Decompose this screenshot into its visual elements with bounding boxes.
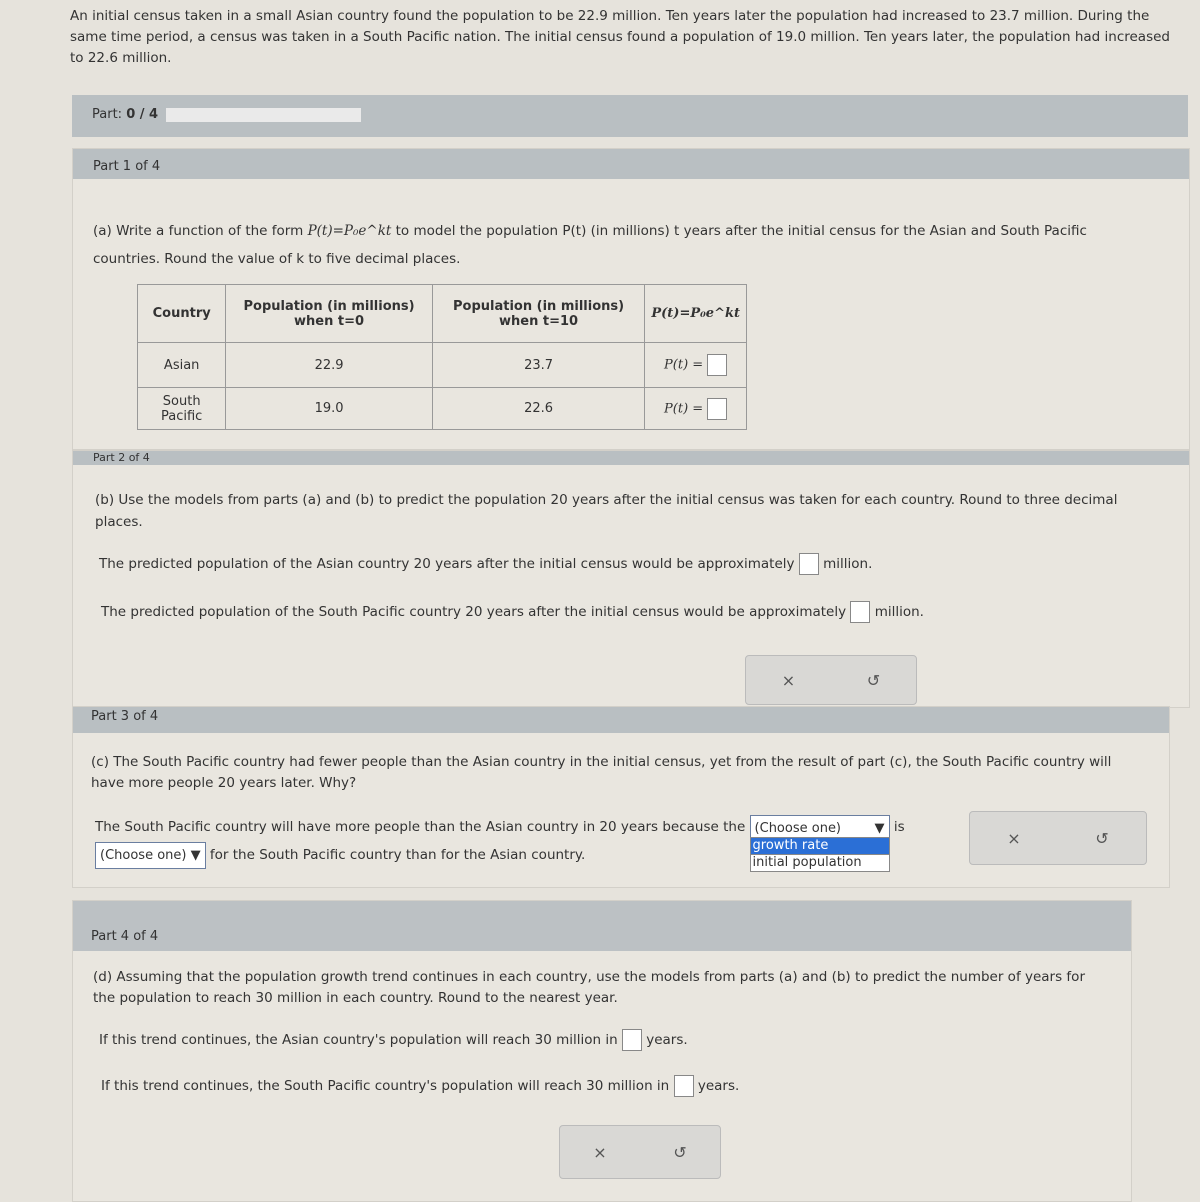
progress-label: Part: [92,107,123,122]
model-label: P(t) = [664,357,704,373]
header-country: Country [136,284,227,343]
p0-cell: 19.0 [225,387,433,430]
asian-prediction-text: The predicted population of the Asian co… [99,556,795,572]
south-pacific-model-input[interactable] [707,397,728,420]
answer-text-post: for the South Pacific country than for t… [209,847,586,863]
population-table: Country Population (in millions) when t=… [136,284,747,430]
part-2-label: Part 2 of 4 [73,451,1189,465]
reason-options: growth rate initial population [749,837,890,872]
header-model: P(t)=P₀e^kt [644,284,747,343]
select-value: (Choose one) [754,821,842,836]
part-2-panel: Part 2 of 4 (b) Use the models from part… [72,450,1190,708]
part-1-panel: Part 1 of 4 (a) Write a function of the … [72,148,1190,450]
unit: million. [823,556,873,572]
progress-track [166,107,362,122]
option-growth-rate[interactable]: growth rate [749,837,890,855]
part-2-actions: × ↺ [745,655,917,705]
part-1-question-pre: (a) Write a function of the form [93,223,304,239]
undo-button[interactable]: ↺ [867,671,880,690]
problem-intro: An initial census taken in a small Asian… [70,8,1170,66]
model-label: P(t) = [664,401,704,416]
asian-years-input[interactable] [621,1029,642,1051]
clear-button[interactable]: × [593,1143,606,1162]
option-initial-population[interactable]: initial population [749,855,890,872]
part-4-panel: Part 4 of 4 (d) Assuming that the popula… [72,900,1132,1202]
country-cell: South Pacific [136,387,227,430]
sp-years-input[interactable] [673,1075,694,1097]
unit: years. [646,1032,688,1048]
sp-prediction-input[interactable] [850,601,871,623]
answer-text-mid: is [893,819,905,835]
part-4-actions: × ↺ [559,1125,721,1179]
asian-model-input[interactable] [707,354,728,376]
part-4-label: Part 4 of 4 [73,901,1131,951]
formula: P(t)=P₀e^kt [307,223,392,239]
table-row: South Pacific 19.0 22.6 P(t) = [136,387,747,430]
part-2-question: (b) Use the models from parts (a) and (b… [95,492,1118,530]
header-pop-t10: Population (in millions) when t=10 [431,284,646,343]
clear-button[interactable]: × [1007,829,1020,848]
asian-prediction-input[interactable] [798,553,819,575]
clear-button[interactable]: × [782,671,795,690]
part-3-question: (c) The South Pacific country had fewer … [91,754,1112,791]
sp-years-text: If this trend continues, the South Pacif… [101,1078,670,1094]
unit: years. [697,1078,740,1094]
sp-prediction-text: The predicted population of the South Pa… [101,604,847,620]
asian-years-text: If this trend continues, the Asian count… [99,1032,618,1048]
header-pop-t0: Population (in millions) when t=0 [225,284,433,343]
undo-button[interactable]: ↺ [673,1143,686,1162]
select-value: (Choose one) [100,848,187,863]
country-cell: Asian [136,342,227,388]
undo-button[interactable]: ↺ [1095,829,1108,848]
comparison-select[interactable]: (Choose one) ▼ [95,842,206,869]
part-4-question: (d) Assuming that the population growth … [93,969,1085,1006]
part-1-label: Part 1 of 4 [73,149,1189,179]
part-3-label: Part 3 of 4 [73,707,1169,733]
answer-text-pre: The South Pacific country will have more… [95,819,746,835]
table-row: Asian 22.9 23.7 P(t) = [136,342,747,388]
unit: million. [874,604,924,620]
progress-bar-row: Part: 0 / 4 [72,95,1188,137]
p10-cell: 22.6 [431,387,646,430]
p0-cell: 22.9 [225,342,433,388]
part-3-panel: Part 3 of 4 (c) The South Pacific countr… [72,706,1170,888]
progress-value: 0 / 4 [126,107,159,122]
part-3-actions: × ↺ [969,811,1147,865]
p10-cell: 23.7 [431,342,646,388]
